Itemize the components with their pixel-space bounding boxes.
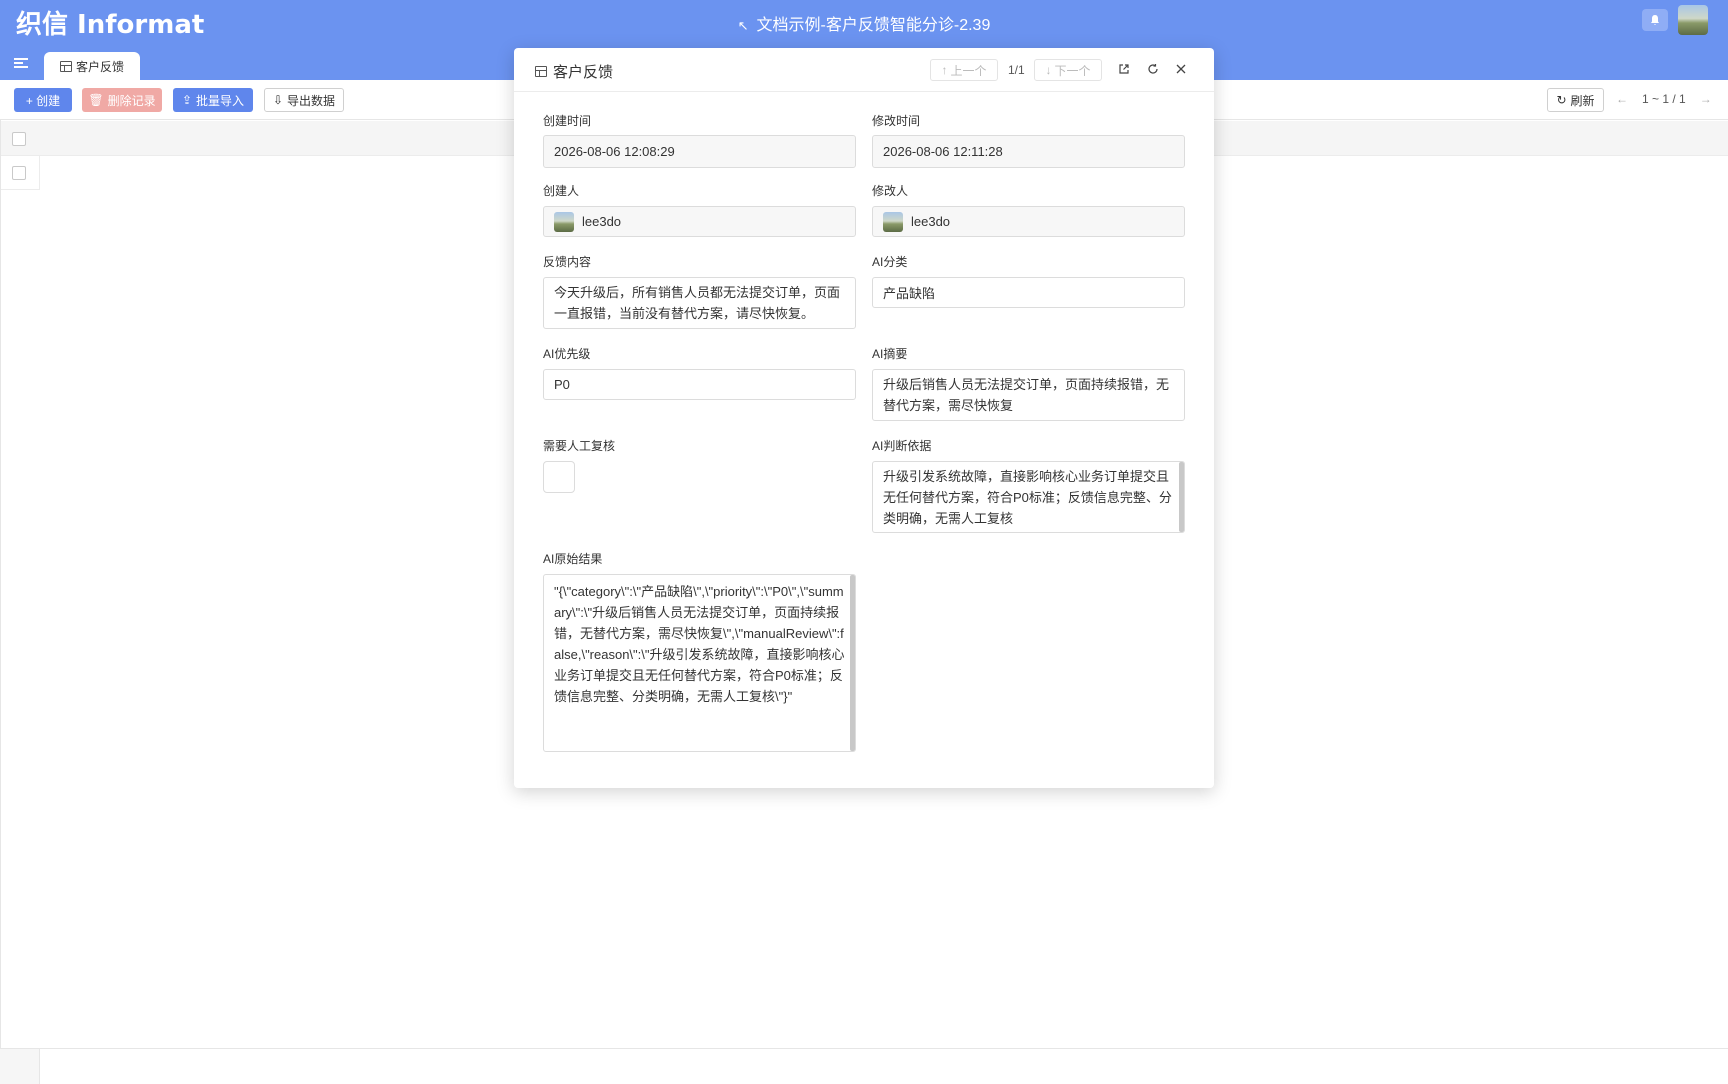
ai-summary-field[interactable]: 升级后销售人员无法提交订单，页面持续报错，无替代方案，需尽快恢复 [872,369,1185,421]
footer-cell [0,1049,40,1084]
create-button[interactable]: + 创建 [14,88,72,112]
ai-reason-field[interactable]: 升级引发系统故障，直接影响核心业务订单提交且无任何替代方案，符合P0标准；反馈信… [872,461,1185,533]
table-footer [0,1048,1728,1084]
next-label: 下一个 [1054,63,1091,78]
prev-record-button[interactable]: ↑ 上一个 [930,59,998,81]
ai-raw-field[interactable]: "{\"category\":\"产品缺陷\",\"priority\":\"P… [543,574,856,752]
batch-import-button[interactable]: ⇪ 批量导入 [173,88,253,112]
arrow-up-left-icon: ↖ [737,18,749,33]
export-data-button[interactable]: ⇩ 导出数据 [264,88,344,112]
ai-reason-label: AI判断依据 [872,439,932,453]
ai-priority-field[interactable]: P0 [543,369,856,400]
app-title-text: 文档示例-客户反馈智能分诊-2.39 [756,17,991,34]
dialog-title: 客户反馈 [535,61,613,82]
ai-summary-label: AI摘要 [872,347,908,361]
refresh-label: 刷新 [1570,93,1595,108]
created-time-field: 2026-08-06 12:08:29 [543,135,856,168]
modified-time-field: 2026-08-06 12:11:28 [872,135,1185,168]
tab-label: 客户反馈 [75,59,124,74]
row-checkbox[interactable] [12,166,26,180]
record-dialog: 客户反馈 ↑ 上一个 1/1 ↓ 下一个 创建时间 2026-08-06 12:08… [514,48,1214,788]
delete-label: 删除记录 [107,93,156,108]
arrow-up-icon: ↑ [941,63,948,77]
page-range: 1 ~ 1 / 1 [1642,92,1686,106]
ai-reason-wrapper: 升级引发系统故障，直接影响核心业务订单提交且无任何替代方案，符合P0标准；反馈信… [872,461,1185,533]
next-record-button[interactable]: ↓ 下一个 [1034,59,1102,81]
arrow-down-icon: ↓ [1045,63,1052,77]
tab-customer-feedback[interactable]: 客户反馈 [44,52,140,80]
avatar [883,211,903,232]
prev-label: 上一个 [950,63,987,78]
close-icon[interactable] [1172,61,1190,79]
feedback-label: 反馈内容 [543,255,592,269]
app-title[interactable]: ↖ 文档示例-客户反馈智能分诊-2.39 [0,11,1728,35]
ai-category-label: AI分类 [872,255,908,269]
table-icon [535,66,547,77]
modifier-name: lee3do [911,214,951,229]
grid-left-border [0,120,1,1084]
next-page-icon[interactable]: → [1700,92,1712,106]
select-all-checkbox[interactable] [12,132,26,146]
delete-records-button[interactable]: 🗑 删除记录 [82,88,162,112]
ai-category-field[interactable]: 产品缺陷 [872,277,1185,308]
avatar [554,211,574,232]
user-avatar[interactable] [1678,5,1708,35]
pager: ← 1 ~ 1 / 1 → [1616,92,1712,106]
prev-page-icon[interactable]: ← [1616,92,1628,106]
record-count: 1/1 [1008,63,1025,77]
notification-bell-icon[interactable] [1642,9,1668,31]
modified-time-label: 修改时间 [872,114,921,128]
menu-toggle-icon[interactable] [14,58,28,68]
dialog-header: 客户反馈 ↑ 上一个 1/1 ↓ 下一个 [514,48,1214,92]
upload-icon: ⇪ [181,93,193,107]
export-label: 导出数据 [287,93,336,108]
import-label: 批量导入 [196,93,245,108]
refresh-icon: ↻ [1556,93,1567,107]
trash-icon: 🗑 [88,93,104,107]
manual-review-checkbox[interactable] [543,461,575,493]
ai-priority-label: AI优先级 [543,347,591,361]
creator-label: 创建人 [543,184,580,198]
download-icon: ⇩ [272,93,284,107]
open-external-icon[interactable] [1115,61,1133,79]
creator-name: lee3do [582,214,622,229]
modifier-field: lee3do [872,206,1185,237]
ai-reason-scrollbar[interactable] [1179,462,1184,532]
reload-icon[interactable] [1144,61,1162,79]
dialog-title-text: 客户反馈 [553,64,614,81]
ai-raw-label: AI原始结果 [543,552,603,566]
modifier-label: 修改人 [872,184,909,198]
created-time-label: 创建时间 [543,114,592,128]
table-icon [59,60,72,72]
ai-raw-wrapper: "{\"category\":\"产品缺陷\",\"priority\":\"P… [543,574,856,752]
ai-raw-scrollbar[interactable] [850,575,855,751]
creator-field: lee3do [543,206,856,237]
manual-review-label: 需要人工复核 [543,439,616,453]
refresh-button[interactable]: ↻ 刷新 [1547,88,1604,112]
table-row [0,156,40,190]
feedback-field[interactable]: 今天升级后，所有销售人员都无法提交订单，页面一直报错，当前没有替代方案，请尽快恢… [543,277,856,329]
